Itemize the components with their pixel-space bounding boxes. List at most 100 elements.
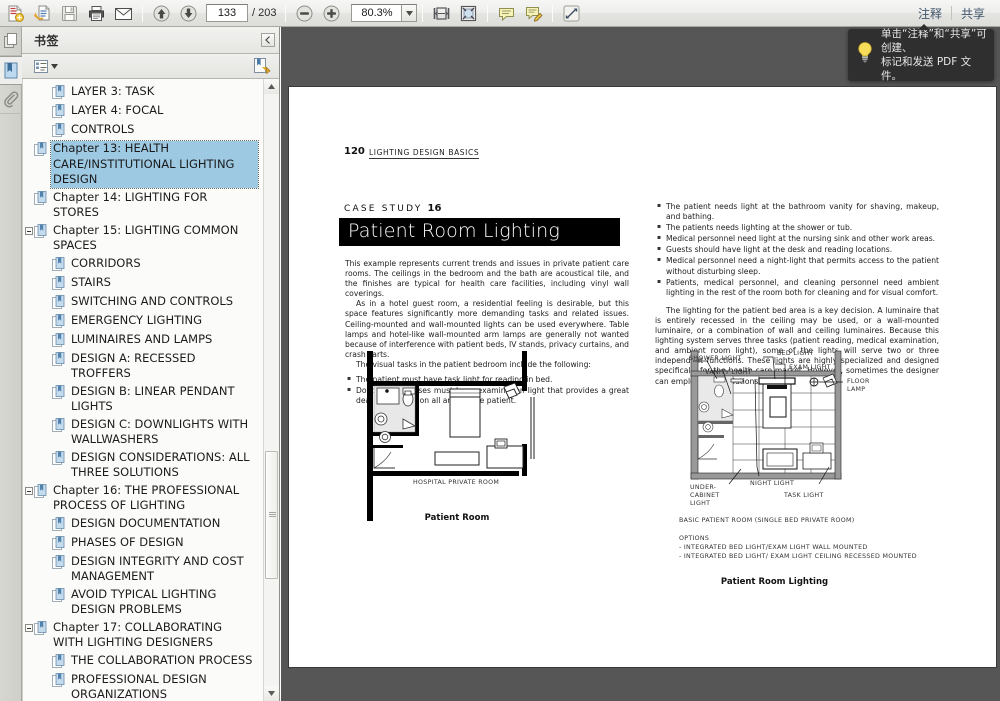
bookmark-item-label[interactable]: LUMINAIRES AND LAMPS bbox=[69, 332, 214, 348]
bookmark-item[interactable]: Chapter 13: HEALTH CARE/INSTITUTIONAL LI… bbox=[23, 140, 262, 189]
bookmark-toggle-placeholder bbox=[41, 384, 52, 401]
attachments-tab[interactable] bbox=[0, 85, 22, 114]
share-link[interactable]: 共享 bbox=[952, 5, 994, 22]
label-under-cabinet-line3: LIGHT bbox=[690, 500, 711, 507]
scrollbar-thumb[interactable] bbox=[265, 451, 278, 579]
bookmark-expand-toggle[interactable] bbox=[23, 620, 34, 637]
bookmark-item-label[interactable]: DESIGN CONSIDERATIONS: ALL THREE SOLUTIO… bbox=[69, 450, 258, 481]
bookmark-item[interactable]: DESIGN CONSIDERATIONS: ALL THREE SOLUTIO… bbox=[23, 449, 262, 482]
bookmark-item-label[interactable]: Chapter 13: HEALTH CARE/INSTITUTIONAL LI… bbox=[50, 140, 259, 189]
bookmark-item[interactable]: LAYER 4: FOCAL bbox=[23, 102, 262, 121]
bookmark-item-label[interactable]: PROFESSIONAL DESIGN ORGANIZATIONS bbox=[69, 672, 258, 701]
options-title: OPTIONS bbox=[679, 535, 710, 542]
combine-files-button[interactable] bbox=[30, 1, 55, 25]
bookmark-item-label[interactable]: DESIGN INTEGRITY AND COST MANAGEMENT bbox=[69, 554, 258, 585]
expand-arrows-icon bbox=[563, 5, 580, 21]
bookmarks-toolbar bbox=[22, 54, 279, 79]
arrow-up-icon bbox=[153, 5, 170, 21]
highlight-text-button[interactable] bbox=[521, 1, 546, 25]
bookmark-item[interactable]: CONTROLS bbox=[23, 121, 262, 140]
bookmark-item-label[interactable]: CONTROLS bbox=[69, 122, 136, 138]
bookmarks-list[interactable]: LAYER 3: TASK LAYER 4: FOCAL CONTROLS Chapt… bbox=[22, 79, 279, 701]
bookmark-item[interactable]: DESIGN INTEGRITY AND COST MANAGEMENT bbox=[23, 553, 262, 586]
page-number-input[interactable]: 133 bbox=[206, 4, 248, 22]
bookmark-item[interactable]: CORRIDORS bbox=[23, 255, 262, 274]
bookmark-item[interactable]: DESIGN A: RECESSED TROFFERS bbox=[23, 350, 262, 383]
bookmark-item[interactable]: Chapter 16: THE PROFESSIONAL PROCESS OF … bbox=[23, 482, 262, 515]
bookmark-item[interactable]: Chapter 15: LIGHTING COMMON SPACES bbox=[23, 222, 262, 255]
bookmark-item[interactable]: DESIGN C: DOWNLIGHTS WITH WALLWASHERS bbox=[23, 416, 262, 449]
bookmark-item[interactable]: EMERGENCY LIGHTING bbox=[23, 312, 262, 331]
bookmark-item[interactable]: DESIGN DOCUMENTATION bbox=[23, 515, 262, 534]
bookmark-page-icon bbox=[52, 294, 65, 310]
next-page-button[interactable] bbox=[176, 1, 201, 25]
bookmark-page-icon bbox=[52, 275, 65, 290]
zoom-out-button[interactable] bbox=[292, 1, 317, 25]
pdf-viewer[interactable]: 120 LIGHTING DESIGN BASICS CASE STUDY 16… bbox=[281, 27, 1000, 701]
bookmark-item[interactable]: Chapter 17: COLLABORATING WITH LIGHTING … bbox=[23, 619, 262, 652]
sticky-note-button[interactable] bbox=[494, 1, 519, 25]
fullscreen-button[interactable] bbox=[559, 1, 584, 25]
collapse-panel-icon bbox=[265, 36, 270, 44]
bookmark-item-label[interactable]: DESIGN DOCUMENTATION bbox=[69, 516, 222, 532]
bookmark-item-label[interactable]: Chapter 16: THE PROFESSIONAL PROCESS OF … bbox=[51, 483, 258, 514]
zoom-level-input[interactable]: 80.3% bbox=[351, 4, 402, 22]
bookmark-expand-toggle[interactable] bbox=[23, 483, 34, 500]
bookmark-item[interactable]: STAIRS bbox=[23, 274, 262, 293]
tooltip-line-2: 标记和发送 PDF 文件。 bbox=[881, 56, 972, 82]
bookmark-toggle-placeholder bbox=[41, 417, 52, 434]
scroll-up-button[interactable] bbox=[264, 79, 279, 94]
bookmark-item-label[interactable]: Chapter 14: LIGHTING FOR STORES bbox=[51, 190, 258, 221]
bookmark-item[interactable]: SWITCHING AND CONTROLS bbox=[23, 293, 262, 312]
save-button[interactable] bbox=[57, 1, 82, 25]
plus-circle-icon bbox=[323, 5, 340, 21]
bookmark-page-icon bbox=[34, 142, 47, 156]
bookmark-item-label[interactable]: DESIGN B: LINEAR PENDANT LIGHTS bbox=[69, 384, 258, 415]
previous-page-button[interactable] bbox=[149, 1, 174, 25]
zoom-in-button[interactable] bbox=[319, 1, 344, 25]
bookmark-item-label[interactable]: SWITCHING AND CONTROLS bbox=[69, 294, 235, 310]
bookmark-item-label[interactable]: LAYER 3: TASK bbox=[69, 84, 156, 100]
bookmark-toggle-placeholder bbox=[41, 450, 52, 467]
bookmark-item-label[interactable]: AVOID TYPICAL LIGHTING DESIGN PROBLEMS bbox=[69, 587, 258, 618]
bookmark-page-icon bbox=[52, 516, 65, 531]
bookmark-item-label[interactable]: DESIGN C: DOWNLIGHTS WITH WALLWASHERS bbox=[69, 417, 258, 448]
bookmark-item-label[interactable]: STAIRS bbox=[69, 275, 113, 291]
bookmark-item[interactable]: THE COLLABORATION PROCESS bbox=[23, 652, 262, 671]
collapse-panel-button[interactable] bbox=[261, 33, 275, 47]
bookmark-item-label[interactable]: EMERGENCY LIGHTING bbox=[69, 313, 204, 329]
bookmark-item[interactable]: DESIGN B: LINEAR PENDANT LIGHTS bbox=[23, 383, 262, 416]
bookmark-item-label[interactable]: PHASES OF DESIGN bbox=[69, 535, 186, 551]
toolbar-separator bbox=[422, 4, 424, 22]
bookmarks-tab[interactable] bbox=[0, 56, 22, 85]
toolbar-separator bbox=[552, 4, 554, 22]
print-button[interactable] bbox=[84, 1, 109, 25]
bookmark-expand-toggle[interactable] bbox=[23, 223, 34, 240]
bookmark-item-label[interactable]: CORRIDORS bbox=[69, 256, 143, 272]
case-study-text: CASE STUDY bbox=[344, 204, 423, 214]
bookmark-item-label[interactable]: DESIGN A: RECESSED TROFFERS bbox=[69, 351, 258, 382]
list-item: The patients needs lighting at the showe… bbox=[657, 222, 939, 233]
fit-width-button[interactable] bbox=[429, 1, 454, 25]
bookmark-item[interactable]: AVOID TYPICAL LIGHTING DESIGN PROBLEMS bbox=[23, 586, 262, 619]
bookmark-item-label[interactable]: Chapter 15: LIGHTING COMMON SPACES bbox=[51, 223, 258, 254]
bookmark-item[interactable]: LUMINAIRES AND LAMPS bbox=[23, 331, 262, 350]
bookmark-item[interactable]: PHASES OF DESIGN bbox=[23, 534, 262, 553]
bookmark-options-button[interactable] bbox=[32, 59, 60, 74]
expand-current-bookmark-button[interactable] bbox=[252, 57, 273, 75]
fit-page-button[interactable] bbox=[456, 1, 481, 25]
zoom-dropdown-button[interactable] bbox=[401, 4, 418, 22]
email-button[interactable] bbox=[111, 1, 136, 25]
bookmark-item[interactable]: Chapter 14: LIGHTING FOR STORES bbox=[23, 189, 262, 222]
bookmark-item[interactable]: LAYER 3: TASK bbox=[23, 83, 262, 102]
page-thumbnails-tab[interactable] bbox=[0, 27, 22, 56]
bookmark-item-label[interactable]: THE COLLABORATION PROCESS bbox=[69, 653, 254, 669]
bookmark-item-label[interactable]: LAYER 4: FOCAL bbox=[69, 103, 165, 119]
comment-link[interactable]: 注释 bbox=[909, 5, 951, 22]
scroll-down-button[interactable] bbox=[264, 686, 279, 701]
bookmarks-scrollbar[interactable] bbox=[263, 79, 279, 701]
bookmark-item-label[interactable]: Chapter 17: COLLABORATING WITH LIGHTING … bbox=[51, 620, 258, 651]
create-pdf-button[interactable] bbox=[3, 1, 28, 25]
bookmark-page-icon bbox=[52, 450, 65, 466]
bookmark-item[interactable]: PROFESSIONAL DESIGN ORGANIZATIONS bbox=[23, 671, 262, 701]
